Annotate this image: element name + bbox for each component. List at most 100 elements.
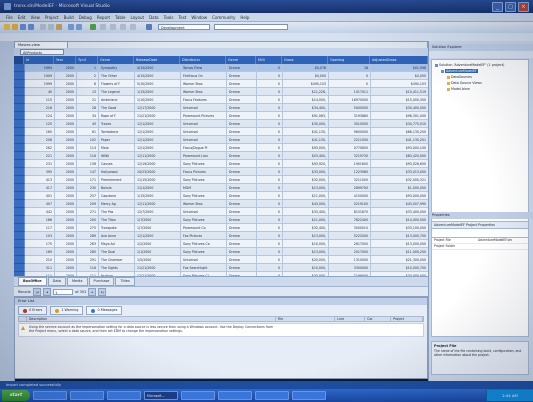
table-cell[interactable]: 0	[257, 64, 283, 72]
table-cell[interactable]: 209	[77, 200, 99, 208]
table-cell[interactable]: 401	[25, 192, 55, 200]
table-cell[interactable]: 1/10/2000	[135, 96, 181, 104]
column-header[interactable]: Year	[54, 56, 76, 64]
table-cell[interactable]: 1/15/2000	[135, 88, 181, 96]
tree-node[interactable]: AdventureModelEF	[441, 69, 478, 73]
table-row[interactable]: 1994 2000 1 Sympathy 4/15/2000 Tomas Films Dra…	[14, 64, 428, 72]
table-cell[interactable]: Drama	[227, 256, 257, 264]
minimize-button[interactable]: _	[492, 2, 503, 12]
error-column-header[interactable]: File	[276, 317, 336, 321]
table-cell[interactable]: Tombstone	[99, 128, 135, 136]
table-cell[interactable]: 0	[257, 176, 283, 184]
table-cell[interactable]: Causes	[99, 160, 135, 168]
taskbar-button[interactable]	[107, 391, 141, 400]
table-cell[interactable]: Drama	[227, 232, 257, 240]
table-cell[interactable]: 3193880	[329, 112, 371, 120]
table-cell[interactable]: $43,007,990	[371, 200, 428, 208]
table-cell[interactable]: Drama	[227, 200, 257, 208]
taskbar-button[interactable]	[33, 391, 67, 400]
table-cell[interactable]: 1310000	[329, 256, 371, 264]
find-icon[interactable]	[100, 24, 106, 30]
table-cell[interactable]: $01,998	[371, 64, 428, 72]
row-selector[interactable]	[14, 248, 25, 256]
row-selector[interactable]	[14, 104, 25, 112]
table-cell[interactable]: $33,400,000	[371, 208, 428, 216]
table-cell[interactable]: 1/15/2000	[135, 192, 181, 200]
table-cell[interactable]: 0	[257, 208, 283, 216]
table-cell[interactable]: Anderland	[99, 96, 135, 104]
table-cell[interactable]: 442	[25, 208, 55, 216]
table-cell[interactable]: $0,000	[371, 72, 428, 80]
table-cell[interactable]: $11,000,	[283, 216, 329, 224]
table-cell[interactable]: Warner Bros	[181, 88, 227, 96]
error-filter-tab[interactable]: 1 Warning	[50, 306, 84, 315]
cut-icon[interactable]	[40, 24, 46, 30]
table-cell[interactable]: Drama	[227, 176, 257, 184]
table-row[interactable]: 186 2000 200 The Titan 1/7/2000 Sony Pictures…	[14, 216, 428, 224]
table-cell[interactable]: Sympathy	[99, 64, 135, 72]
sheet-tab[interactable]: BoxOffice	[18, 277, 47, 286]
row-selector[interactable]	[14, 216, 25, 224]
table-cell[interactable]: Universal	[181, 136, 227, 144]
process-icon[interactable]	[146, 24, 152, 30]
table-cell[interactable]: Fox Searchlight	[181, 264, 227, 272]
table-cell[interactable]: 262	[25, 144, 55, 152]
table-cell[interactable]: $14,000,500	[371, 216, 428, 224]
table-cell[interactable]: 2000	[55, 96, 77, 104]
table-cell[interactable]: $30,400,000	[371, 104, 428, 112]
table-cell[interactable]: 10/23/2000	[135, 168, 181, 176]
table-cell[interactable]: $490,103	[283, 80, 329, 88]
menu-item[interactable]: Project	[45, 15, 59, 20]
table-row[interactable]: 407 2000 209 Mercy Ag 12/11/2000 Warner Bros D…	[14, 200, 428, 208]
table-cell[interactable]: Drama	[227, 208, 257, 216]
table-cell[interactable]: Sony Pictures	[181, 176, 227, 184]
table-cell[interactable]: Drama	[227, 64, 257, 72]
table-cell[interactable]: 2000	[55, 128, 77, 136]
table-cell[interactable]: 186	[25, 216, 55, 224]
table-cell[interactable]: Drama	[227, 88, 257, 96]
table-cell[interactable]: 0	[257, 200, 283, 208]
table-cell[interactable]: 1901600	[329, 160, 371, 168]
table-cell[interactable]: Universal	[181, 128, 227, 136]
table-cell[interactable]: $41,130,	[283, 128, 329, 136]
table-cell[interactable]: Drama	[227, 120, 257, 128]
table-cell[interactable]: The Legend	[99, 88, 135, 96]
row-selector[interactable]	[14, 224, 25, 232]
table-cell[interactable]: 2000	[55, 224, 77, 232]
table-cell[interactable]: 0	[257, 96, 283, 104]
row-selector[interactable]	[14, 160, 25, 168]
error-column-header[interactable]: Description	[27, 317, 276, 321]
table-cell[interactable]: Drama	[227, 72, 257, 80]
taskbar-button[interactable]	[218, 391, 252, 400]
row-selector[interactable]	[14, 88, 25, 96]
properties-icon[interactable]	[120, 24, 126, 30]
table-cell[interactable]: 0	[257, 120, 283, 128]
table-row[interactable]: 210 2000 291 The Chamber 1/5/2000 Universal Dr…	[14, 256, 428, 264]
taskbar-button[interactable]	[292, 391, 326, 400]
table-cell[interactable]: 12/1/2000	[135, 120, 181, 128]
properties-object-selector[interactable]: AdventureModelEF Project Properties	[431, 221, 529, 229]
table-cell[interactable]: $93,026,600	[371, 160, 428, 168]
error-column-header[interactable]: Col	[365, 317, 392, 321]
table-cell[interactable]: 12/1/2000	[135, 128, 181, 136]
menu-item[interactable]: Tools	[164, 15, 174, 20]
row-selector[interactable]	[14, 264, 25, 272]
table-cell[interactable]: Sony Pictures Ca	[181, 240, 227, 248]
table-cell[interactable]: 285	[77, 248, 99, 256]
table-cell[interactable]: 2000	[55, 184, 77, 192]
menu-item[interactable]: Test	[178, 15, 186, 20]
close-button[interactable]: ×	[518, 2, 529, 12]
row-selector[interactable]	[14, 184, 25, 192]
table-cell[interactable]: Warner Bros	[181, 200, 227, 208]
table-cell[interactable]: 1999	[25, 80, 55, 88]
open-icon[interactable]	[12, 24, 18, 30]
start-button[interactable]: start	[2, 390, 30, 401]
table-cell[interactable]: 3211000	[329, 176, 371, 184]
tree-node[interactable]: DataSources	[447, 75, 472, 79]
table-cell[interactable]: Capstone	[99, 192, 135, 200]
table-cell[interactable]: Universal	[181, 256, 227, 264]
table-cell[interactable]: 0	[257, 192, 283, 200]
menu-item[interactable]: Table	[115, 15, 125, 20]
error-column-header[interactable]	[19, 317, 27, 321]
table-row[interactable]: 117 2000 275 Transpote 1/7/2000 Paramount Co D…	[14, 224, 428, 232]
